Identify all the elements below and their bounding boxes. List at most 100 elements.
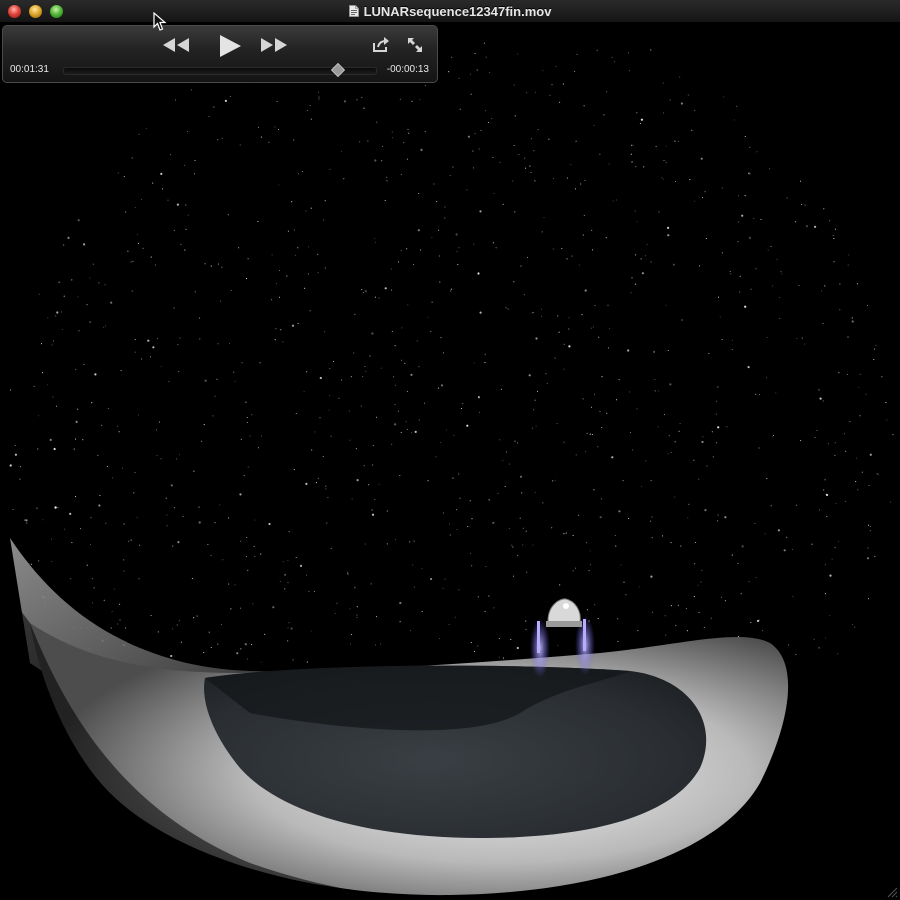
star	[761, 630, 764, 632]
star	[643, 166, 645, 168]
star	[655, 146, 657, 148]
star	[313, 590, 316, 592]
star	[568, 317, 570, 319]
star	[176, 203, 179, 206]
star	[455, 233, 458, 236]
star	[101, 424, 103, 426]
star	[551, 84, 553, 86]
star	[89, 543, 92, 546]
star	[833, 261, 835, 263]
star	[307, 246, 309, 248]
star	[641, 485, 643, 487]
star	[744, 305, 747, 308]
star	[213, 106, 215, 108]
star	[63, 244, 65, 246]
star	[67, 236, 70, 239]
star	[522, 544, 524, 546]
star	[26, 522, 28, 524]
share-button[interactable]	[372, 37, 390, 53]
star	[568, 345, 571, 348]
star	[536, 390, 539, 392]
star	[423, 402, 426, 404]
star	[605, 237, 607, 239]
star	[523, 294, 525, 296]
star	[741, 214, 744, 217]
star	[874, 556, 876, 558]
star	[167, 199, 169, 201]
video-viewport[interactable]	[0, 23, 900, 900]
star	[821, 290, 823, 292]
star	[444, 217, 446, 219]
star	[116, 425, 118, 427]
fast-forward-button[interactable]	[259, 36, 289, 54]
star	[208, 631, 210, 633]
star	[837, 540, 840, 543]
star	[240, 438, 242, 440]
star	[459, 108, 461, 110]
star	[93, 587, 95, 589]
playhead[interactable]	[330, 62, 346, 78]
star	[333, 360, 335, 362]
star	[217, 643, 219, 645]
fullscreen-button[interactable]	[407, 37, 423, 53]
star	[744, 195, 746, 197]
star	[737, 562, 739, 564]
star	[173, 507, 175, 509]
star	[699, 265, 701, 267]
star	[689, 179, 691, 181]
star	[859, 373, 861, 375]
star	[182, 515, 184, 518]
star	[865, 393, 867, 395]
star	[630, 292, 632, 294]
star	[455, 509, 458, 511]
star	[533, 409, 535, 411]
star	[731, 554, 733, 556]
star	[780, 271, 782, 273]
star	[748, 580, 750, 583]
star	[130, 539, 132, 541]
star	[374, 498, 376, 501]
star	[297, 322, 299, 324]
star	[288, 622, 290, 624]
star	[375, 616, 378, 618]
playback-controller[interactable]: 00:01:31 -00:00:13	[2, 25, 438, 83]
star	[814, 436, 816, 438]
star	[184, 164, 186, 166]
star	[117, 623, 119, 625]
star	[653, 350, 656, 353]
star	[583, 105, 585, 107]
resize-grip-icon[interactable]	[886, 886, 898, 898]
star	[532, 544, 534, 546]
star	[438, 229, 440, 231]
title-bar[interactable]: LUNARsequence12347fin.mov	[0, 0, 900, 23]
star	[855, 481, 857, 483]
star	[216, 378, 218, 380]
star	[350, 376, 352, 378]
star	[873, 358, 875, 361]
star	[758, 394, 760, 396]
star	[650, 575, 653, 578]
star	[834, 547, 836, 549]
star	[640, 118, 644, 121]
star	[367, 140, 369, 142]
star	[881, 376, 883, 378]
star	[559, 101, 561, 103]
star	[498, 638, 500, 640]
star	[851, 317, 853, 319]
star	[36, 507, 38, 509]
star	[886, 419, 888, 421]
star	[245, 401, 247, 403]
scrubber-track[interactable]	[63, 62, 377, 78]
star	[606, 412, 608, 414]
star	[601, 426, 603, 429]
star	[187, 130, 189, 133]
star	[559, 584, 561, 586]
star	[470, 93, 472, 95]
star	[721, 187, 723, 189]
play-button[interactable]	[217, 33, 243, 59]
star	[578, 514, 580, 516]
star	[340, 151, 343, 153]
star	[750, 288, 752, 290]
rewind-button[interactable]	[161, 36, 191, 54]
star	[419, 249, 422, 251]
